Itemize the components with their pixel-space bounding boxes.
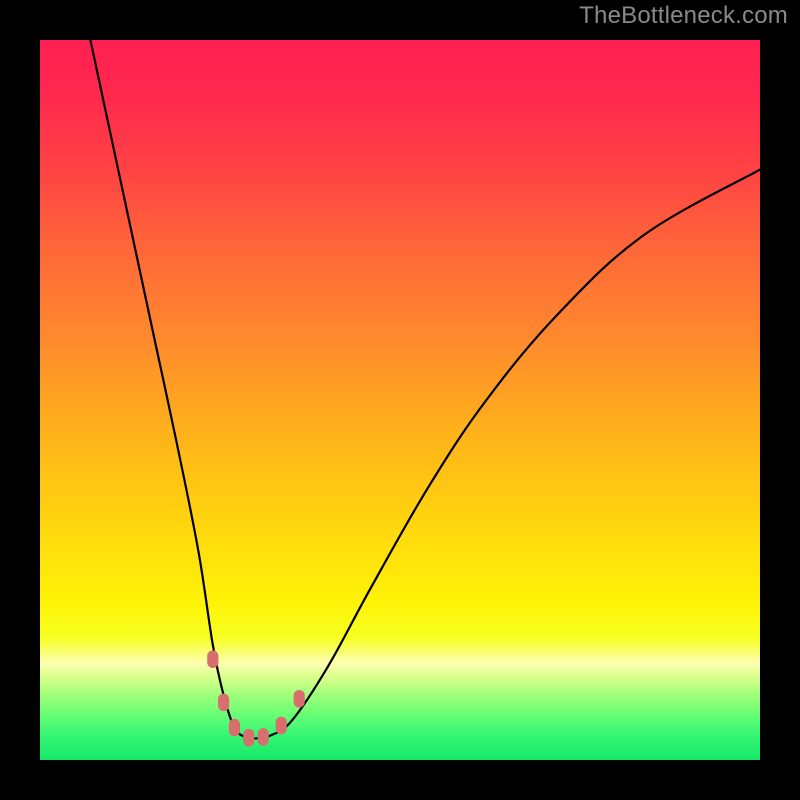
low-zone-markers — [207, 650, 305, 746]
plot-area — [40, 40, 760, 760]
bottleneck-curve — [40, 40, 760, 760]
marker — [218, 694, 229, 712]
marker — [243, 729, 254, 747]
marker — [258, 728, 269, 746]
marker — [207, 650, 218, 668]
marker — [276, 717, 287, 735]
marker — [229, 719, 240, 737]
chart-frame: TheBottleneck.com — [0, 0, 800, 800]
watermark-text: TheBottleneck.com — [579, 2, 788, 30]
marker — [294, 690, 305, 708]
curve-path — [90, 40, 760, 739]
